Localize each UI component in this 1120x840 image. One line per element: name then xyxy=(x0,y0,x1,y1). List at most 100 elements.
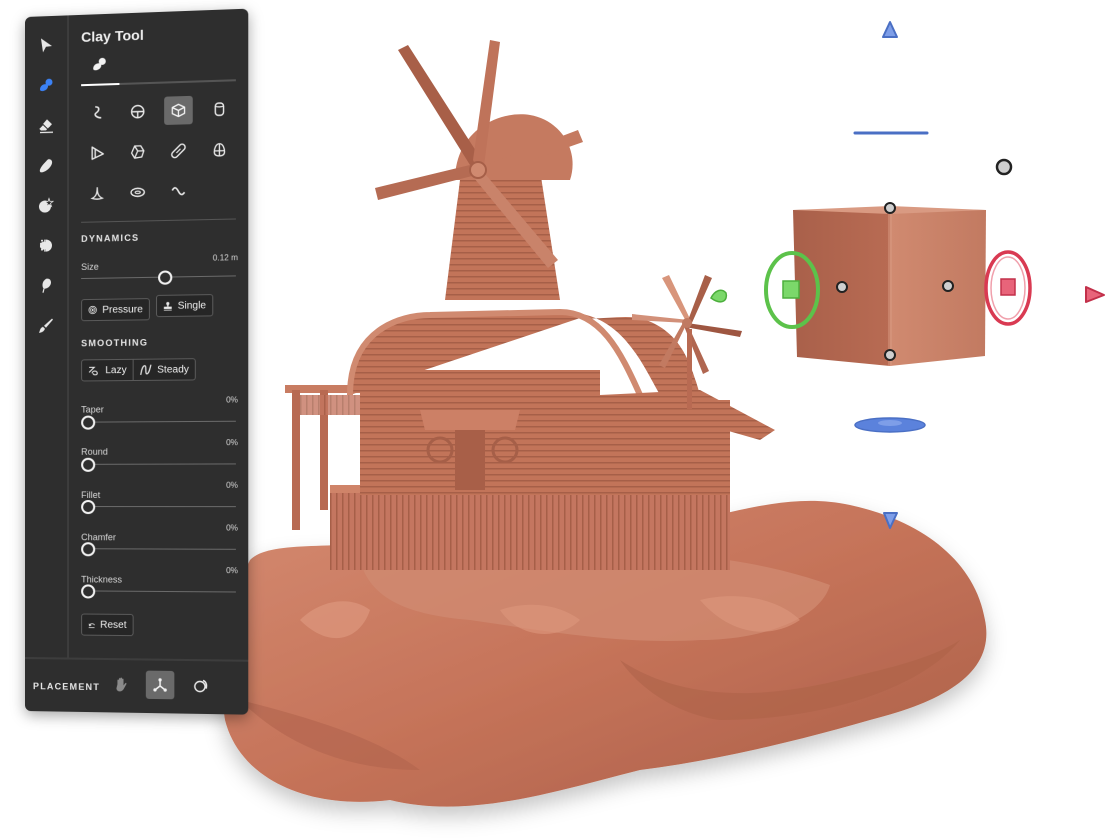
thickness-slider[interactable] xyxy=(81,584,236,599)
curve-primitive-icon xyxy=(93,105,101,118)
capsule-primitive-icon xyxy=(170,143,186,160)
round-slider[interactable] xyxy=(81,457,236,472)
primitive-wave[interactable] xyxy=(164,177,193,206)
effects-burst-icon xyxy=(38,197,54,213)
chamfer-slider-thumb[interactable] xyxy=(81,542,96,557)
chamfer-label: Chamfer xyxy=(81,532,116,543)
axis-tripod-icon xyxy=(152,677,168,693)
primitive-spike[interactable] xyxy=(83,179,111,208)
fillet-label: Fillet xyxy=(81,489,101,501)
corner-scale-handle[interactable] xyxy=(995,158,1013,176)
tab-clay-shapes[interactable] xyxy=(91,56,107,73)
reset-label: Reset xyxy=(100,619,127,631)
smoothing-mode-toggle: Lazy Steady xyxy=(81,358,197,382)
thickness-label: Thickness xyxy=(81,574,123,585)
size-label: Size xyxy=(81,261,99,273)
symmetry-gear-icon xyxy=(39,239,52,252)
primitive-curve[interactable] xyxy=(83,98,111,127)
tool-clay[interactable] xyxy=(33,72,59,99)
fillet-slider-thumb[interactable] xyxy=(81,500,96,515)
x-axis-arrow-handle[interactable] xyxy=(1085,286,1105,303)
cube-primitive-icon xyxy=(170,102,186,119)
chamfer-slider[interactable] xyxy=(81,542,236,557)
pressure-label: Pressure xyxy=(102,303,143,316)
clay-brush-icon xyxy=(92,57,106,70)
sphere-primitive-icon xyxy=(130,103,146,120)
round-slider-thumb[interactable] xyxy=(81,457,96,472)
primitive-cylinder[interactable] xyxy=(205,95,234,124)
dynamics-heading: DYNAMICS xyxy=(81,232,140,244)
placement-bar: PLACEMENT xyxy=(25,657,249,715)
cube-bottom-scale-handle[interactable] xyxy=(884,349,896,361)
pressure-button[interactable]: Pressure xyxy=(81,298,150,322)
y-axis-arrow-handle[interactable] xyxy=(710,289,728,303)
cube-top-scale-handle[interactable] xyxy=(884,202,896,214)
z-axis-up-arrow-handle[interactable] xyxy=(882,21,898,38)
taper-label: Taper xyxy=(81,404,104,415)
pointer-arrow-icon xyxy=(40,38,52,53)
size-slider-thumb[interactable] xyxy=(157,270,173,285)
cube-right-scale-handle[interactable] xyxy=(942,280,954,292)
fillet-value: 0% xyxy=(226,480,238,490)
egg-primitive-icon xyxy=(211,141,227,158)
steady-label: Steady xyxy=(157,363,189,376)
single-button[interactable]: Single xyxy=(156,294,214,318)
spike-primitive-icon xyxy=(89,185,105,201)
lazy-button[interactable]: Lazy xyxy=(82,360,133,381)
primitive-capsule[interactable] xyxy=(164,136,193,165)
placement-surface-button[interactable] xyxy=(187,671,216,700)
taper-value: 0% xyxy=(226,395,238,405)
tool-erase[interactable] xyxy=(33,112,59,139)
tool-select[interactable] xyxy=(33,32,59,59)
tool-paint-fill[interactable] xyxy=(33,272,59,298)
primitive-sphere[interactable] xyxy=(124,97,152,126)
divider xyxy=(81,218,236,223)
torus-primitive-icon xyxy=(130,184,146,201)
tool-rail xyxy=(25,15,70,658)
steady-button[interactable]: Steady xyxy=(132,359,196,381)
surface-snap-icon xyxy=(193,677,209,693)
primitive-geosphere[interactable] xyxy=(124,137,152,166)
x-axis-rotate-ring-handle[interactable] xyxy=(984,250,1032,326)
round-value: 0% xyxy=(226,438,238,448)
tool-smooth[interactable] xyxy=(33,152,59,179)
reset-button[interactable]: Reset xyxy=(81,613,134,637)
paintbrush-icon xyxy=(38,317,53,333)
gizmo-cube[interactable] xyxy=(793,206,986,366)
single-label: Single xyxy=(177,299,207,312)
size-slider[interactable] xyxy=(81,270,236,285)
placement-axis-button[interactable] xyxy=(145,670,175,700)
tool-symmetry[interactable] xyxy=(33,232,59,259)
hand-icon xyxy=(116,677,127,692)
tool-paint[interactable] xyxy=(33,313,59,339)
cube-left-scale-handle[interactable] xyxy=(836,281,848,293)
smooth-stone-icon xyxy=(39,158,53,173)
panel-title: Clay Tool xyxy=(81,26,144,46)
tool-effects[interactable] xyxy=(33,192,59,219)
lazy-label: Lazy xyxy=(105,364,127,376)
round-label: Round xyxy=(81,446,108,457)
primitive-cube[interactable] xyxy=(164,95,193,125)
transform-gizmo[interactable] xyxy=(710,21,1105,529)
steady-stroke-icon xyxy=(140,364,152,376)
cylinder-primitive-icon xyxy=(211,101,227,118)
taper-slider[interactable] xyxy=(81,415,236,430)
placement-hand-button[interactable] xyxy=(107,670,135,699)
reset-arrow-icon xyxy=(88,619,95,631)
primitive-wedge[interactable] xyxy=(83,139,111,168)
tool-tabs xyxy=(81,50,236,87)
wave-primitive-icon xyxy=(170,183,186,200)
primitive-torus[interactable] xyxy=(124,178,152,207)
fillet-slider[interactable] xyxy=(81,500,236,515)
eraser-icon xyxy=(38,119,53,134)
taper-slider-thumb[interactable] xyxy=(81,415,96,430)
size-value: 0.12 m xyxy=(212,252,238,263)
geosphere-primitive-icon xyxy=(130,144,146,161)
house-model xyxy=(285,114,775,570)
z-axis-rotate-ring-handle[interactable] xyxy=(854,417,926,433)
chamfer-value: 0% xyxy=(226,523,238,533)
lazy-stroke-icon xyxy=(88,364,100,376)
thickness-slider-thumb[interactable] xyxy=(81,584,96,599)
primitive-egg[interactable] xyxy=(205,135,234,164)
thickness-value: 0% xyxy=(226,566,238,576)
